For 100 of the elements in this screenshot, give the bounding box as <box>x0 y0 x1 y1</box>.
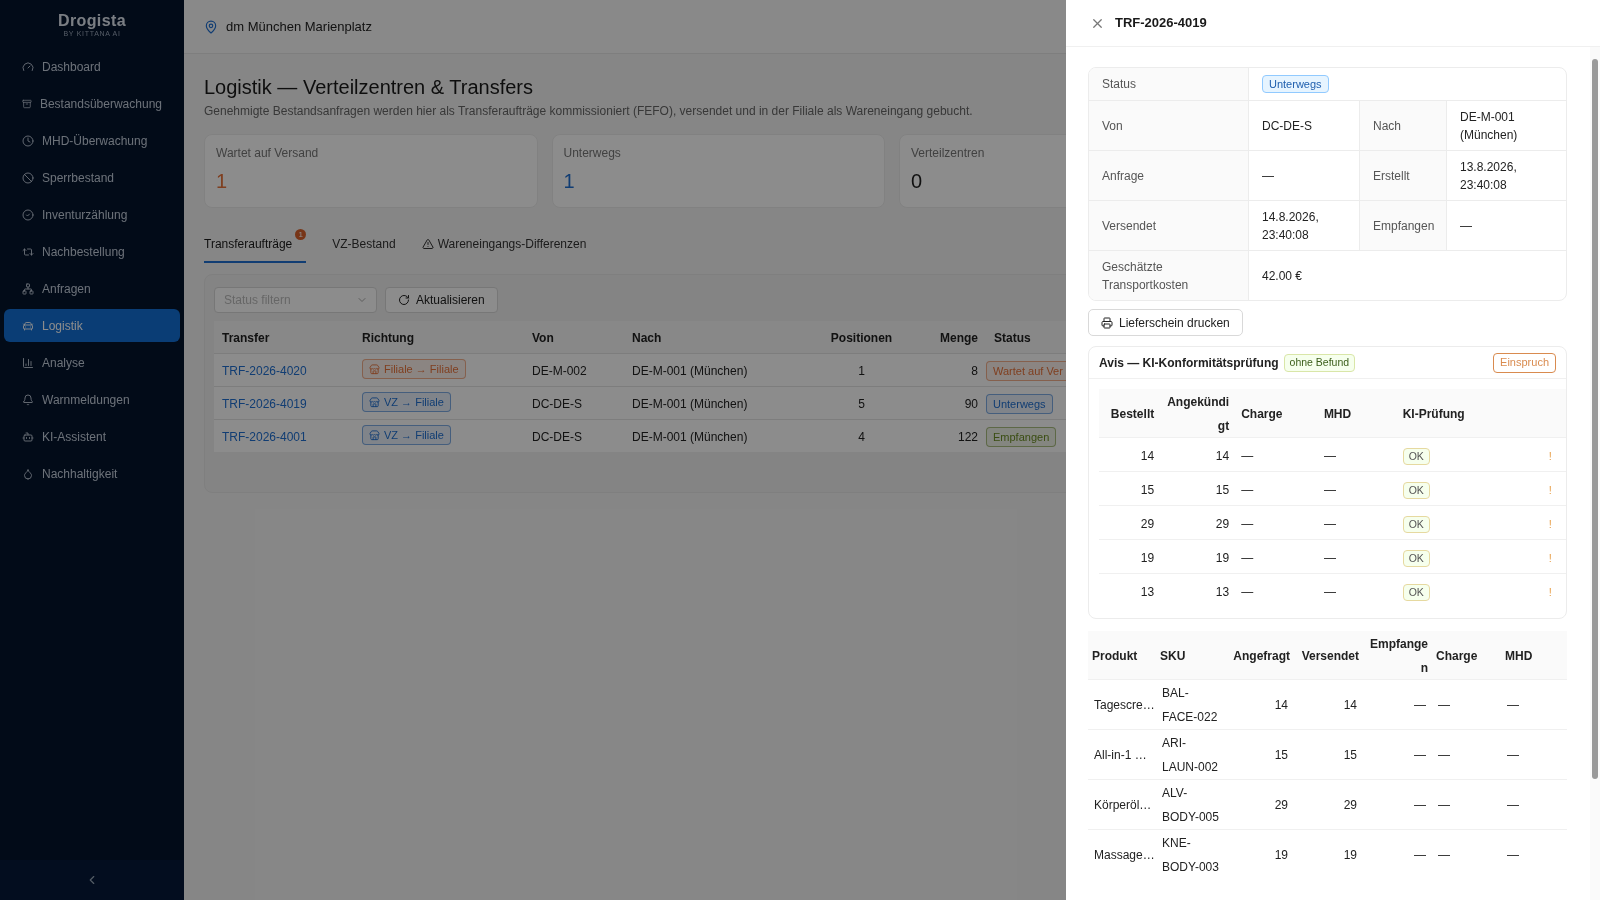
column-header: Status <box>994 330 1031 345</box>
table-cell: — <box>1323 550 1336 565</box>
repeat-icon <box>22 245 34 258</box>
sidebar-item[interactable]: Sperrbestand <box>4 161 180 194</box>
stat-value: 1 <box>216 169 229 194</box>
ok-tag: OK <box>1402 515 1430 533</box>
table-cell: 29 <box>1140 516 1155 531</box>
sidebar-item[interactable]: Analyse <box>4 346 180 379</box>
table-cell: — <box>1241 448 1254 463</box>
detail-label: Status <box>1102 76 1137 93</box>
sidebar-item[interactable]: MHD-Überwachung <box>4 124 180 157</box>
table-cell: — <box>1323 482 1336 497</box>
drawer-title: TRF-2026-4019 <box>1115 14 1207 33</box>
modal-overlay[interactable] <box>0 0 1066 900</box>
table-cell: — <box>1414 798 1426 812</box>
bar-chart-icon <box>22 356 34 369</box>
column-header: Transfer <box>222 330 270 345</box>
store-icon <box>369 363 380 375</box>
column-header: SKU <box>1160 648 1186 663</box>
sidebar-item[interactable]: Warnmeldungen <box>4 383 180 416</box>
table-cell: — <box>1438 798 1450 812</box>
table-cell: 14 <box>1140 448 1155 463</box>
table-cell: DC-DE-S <box>532 396 582 411</box>
avis-title: Avis — KI-Konformitätsprüfung <box>1099 354 1279 372</box>
table-cell: — <box>1438 748 1450 762</box>
sidebar-item[interactable]: Inventurzählung <box>4 198 180 231</box>
table-cell: — <box>1323 584 1336 599</box>
column-header: Charge <box>1436 648 1478 663</box>
sidebar-item[interactable]: Nachhaltigkeit <box>4 457 180 490</box>
detail-value: 13.8.2026, 23:40:08 <box>1460 158 1518 194</box>
table-cell: — <box>1414 698 1426 712</box>
tab[interactable]: VZ-Bestand <box>332 227 396 263</box>
ok-tag: OK <box>1402 481 1430 499</box>
refresh-button[interactable]: Aktualisieren <box>385 287 498 313</box>
logo: Drogista <box>57 12 127 30</box>
map-pin-icon <box>204 19 218 34</box>
column-header: Produkt <box>1092 648 1138 663</box>
archive-icon <box>22 97 32 110</box>
count-badge: 1 <box>295 229 307 240</box>
table-cell: BAL-FACE-022 <box>1162 686 1218 724</box>
car-icon <box>22 319 34 332</box>
table-cell: 13 <box>1140 584 1155 599</box>
table-cell: DE-M-001 (München) <box>632 429 748 444</box>
sidebar-item[interactable]: Anfragen <box>4 272 180 305</box>
detail-label: Erstellt <box>1373 167 1410 185</box>
detail-value: 14.8.2026, 23:40:08 <box>1262 208 1320 244</box>
table-cell: 15 <box>1343 748 1357 762</box>
warning-mark[interactable]: ! <box>1548 483 1552 496</box>
transfer-link[interactable]: TRF-2026-4001 <box>222 429 307 444</box>
tab[interactable]: Transferaufträge 1 <box>204 227 307 263</box>
table-cell: — <box>1241 584 1254 599</box>
column-header: Angefragt <box>1233 648 1290 663</box>
table-cell: 29 <box>1343 798 1357 812</box>
table-cell: Körperöl… <box>1094 798 1152 812</box>
table-cell: — <box>1241 482 1254 497</box>
table-cell: — <box>1507 798 1519 812</box>
column-header: Nach <box>632 330 662 345</box>
table-cell: Massage… <box>1094 848 1155 863</box>
column-header: Empfangen <box>1370 636 1428 675</box>
sidebar-item[interactable]: Dashboard <box>4 50 180 83</box>
table-cell: 15 <box>1140 482 1155 497</box>
stat-label: Verteilzentren <box>911 145 986 162</box>
refresh-icon <box>398 294 410 306</box>
column-header: Positionen <box>830 330 893 345</box>
sidebar-item[interactable]: Logistik <box>4 309 180 342</box>
table-cell: 4 <box>858 429 865 444</box>
table-cell: 19 <box>1215 550 1230 565</box>
warning-mark[interactable]: ! <box>1548 449 1552 462</box>
sidebar-item[interactable]: KI-Assistent <box>4 420 180 453</box>
table-cell: — <box>1414 748 1426 762</box>
table-cell: 8 <box>971 363 978 378</box>
detail-label: Empfangen <box>1373 217 1435 235</box>
table-cell: DE-M-002 <box>532 363 587 378</box>
check-circle-icon <box>22 208 34 221</box>
sidebar-item[interactable]: Bestandsüberwachung <box>4 87 180 120</box>
stat-value: 1 <box>563 169 576 194</box>
warning-mark[interactable]: ! <box>1548 517 1552 530</box>
droplet-icon <box>22 467 34 480</box>
table-cell: — <box>1507 848 1519 863</box>
transfer-link[interactable]: TRF-2026-4019 <box>222 396 307 411</box>
tab[interactable]: Wareneingangs-Differenzen <box>421 227 587 263</box>
store-icon <box>369 396 380 408</box>
ban-icon <box>22 171 34 184</box>
table-cell: — <box>1241 550 1254 565</box>
column-header: Angekündigt <box>1167 395 1230 433</box>
table-cell: 15 <box>1274 748 1288 762</box>
detail-label: Geschätzte Transportkosten <box>1102 258 1190 294</box>
transfer-link[interactable]: TRF-2026-4020 <box>222 363 307 378</box>
detail-label: Anfrage <box>1102 167 1145 185</box>
table-cell: 13 <box>1215 584 1230 599</box>
table-cell: — <box>1323 516 1336 531</box>
print-button[interactable]: Lieferschein drucken <box>1088 309 1243 336</box>
column-header: MHD <box>1505 648 1533 663</box>
warning-mark[interactable]: ! <box>1548 551 1552 564</box>
sidebar-item[interactable]: Nachbestellung <box>4 235 180 268</box>
scrollbar[interactable] <box>1590 47 1600 900</box>
objection-button[interactable]: Einspruch <box>1493 352 1556 373</box>
table-cell: 29 <box>1215 516 1230 531</box>
detail-label: Nach <box>1373 117 1401 135</box>
warning-mark[interactable]: ! <box>1548 585 1552 598</box>
